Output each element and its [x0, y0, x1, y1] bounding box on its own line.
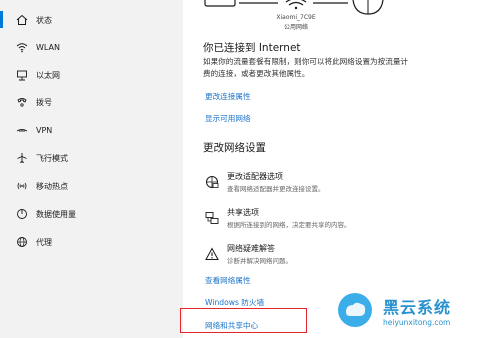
watermark-url: heiyunxitong.com [383, 318, 451, 327]
settings-sidebar: 状态 WLAN 以太网 拨号 VPN 飞行模式 移动热点 数据使用量 代理 [0, 0, 183, 338]
sharing-icon [205, 210, 219, 224]
sidebar-item-label: 拨号 [36, 97, 52, 107]
sidebar-item-mobile-hotspot[interactable]: 移动热点 [0, 173, 183, 199]
warning-icon [205, 246, 219, 260]
airplane-icon [16, 152, 28, 164]
sidebar-item-dialup[interactable]: 拨号 [0, 89, 183, 115]
sidebar-item-label: 移动热点 [36, 181, 68, 191]
setting-title: 更改适配器选项 [227, 172, 283, 181]
sidebar-item-label: 以太网 [36, 70, 60, 80]
vpn-icon [16, 124, 28, 136]
change-connection-properties-link[interactable]: 更改连接属性 [205, 91, 251, 102]
setting-description: 查看网络适配器并更改连接设置。 [227, 185, 325, 193]
hotspot-icon [16, 180, 28, 192]
network-status-diagram [204, 0, 384, 15]
wifi-signal-icon [285, 0, 307, 10]
network-type: 公用网络 [283, 24, 308, 31]
adapter-options-setting[interactable]: 更改适配器选项 查看网络适配器并更改连接设置。 [203, 171, 443, 197]
adapter-icon [205, 174, 219, 188]
computer-icon [204, 0, 236, 7]
setting-description: 根据所连接到的网络，决定要共享的内容。 [227, 221, 351, 229]
connection-status-heading: 你已连接到 Internet [203, 42, 301, 54]
metered-description-line2: 费的连接，或者更改其他属性。 [203, 69, 310, 78]
watermark-title: 黑云系统 [383, 298, 452, 317]
show-available-networks-link[interactable]: 显示可用网络 [205, 113, 251, 124]
phone-icon [16, 96, 28, 108]
sidebar-item-label: 状态 [36, 15, 52, 25]
change-network-settings-heading: 更改网络设置 [203, 142, 266, 154]
setting-title: 共享选项 [227, 208, 259, 217]
sidebar-item-ethernet[interactable]: 以太网 [0, 62, 183, 88]
network-troubleshooter-setting[interactable]: 网络疑难解答 诊断并解决网络问题。 [203, 243, 443, 269]
sidebar-item-label: VPN [36, 125, 53, 135]
network-ssid: Xiaomi_7C9E [276, 14, 316, 21]
view-network-properties-link[interactable]: 查看网络属性 [205, 275, 251, 286]
sidebar-item-wlan[interactable]: WLAN [0, 34, 183, 60]
highlight-box [180, 308, 307, 333]
sidebar-item-data-usage[interactable]: 数据使用量 [0, 201, 183, 227]
watermark-logo-icon [338, 293, 372, 327]
wifi-icon [16, 41, 28, 53]
sidebar-item-proxy[interactable]: 代理 [0, 229, 183, 255]
sidebar-item-label: WLAN [36, 42, 61, 52]
globe-icon [352, 0, 384, 15]
home-icon [16, 14, 28, 26]
metered-description-line1: 如果你的流量套餐有限制，则你可以将此网络设置为按流量计 [203, 57, 409, 66]
sidebar-item-label: 飞行模式 [36, 153, 68, 163]
sidebar-item-vpn[interactable]: VPN [0, 117, 183, 143]
main-pane: Xiaomi_7C9E 公用网络 你已连接到 Internet 如果你的流量套餐… [183, 0, 500, 338]
sidebar-item-label: 数据使用量 [36, 209, 76, 219]
windows-firewall-link[interactable]: Windows 防火墙 [205, 297, 264, 308]
globe-icon [16, 236, 28, 248]
sidebar-item-status[interactable]: 状态 [0, 7, 183, 33]
setting-title: 网络疑难解答 [227, 244, 275, 253]
sidebar-item-airplane-mode[interactable]: 飞行模式 [0, 145, 183, 171]
sidebar-item-label: 代理 [36, 237, 52, 247]
data-usage-icon [16, 208, 28, 220]
ethernet-icon [16, 69, 28, 81]
setting-description: 诊断并解决网络问题。 [227, 257, 292, 265]
sharing-options-setting[interactable]: 共享选项 根据所连接到的网络，决定要共享的内容。 [203, 207, 443, 233]
